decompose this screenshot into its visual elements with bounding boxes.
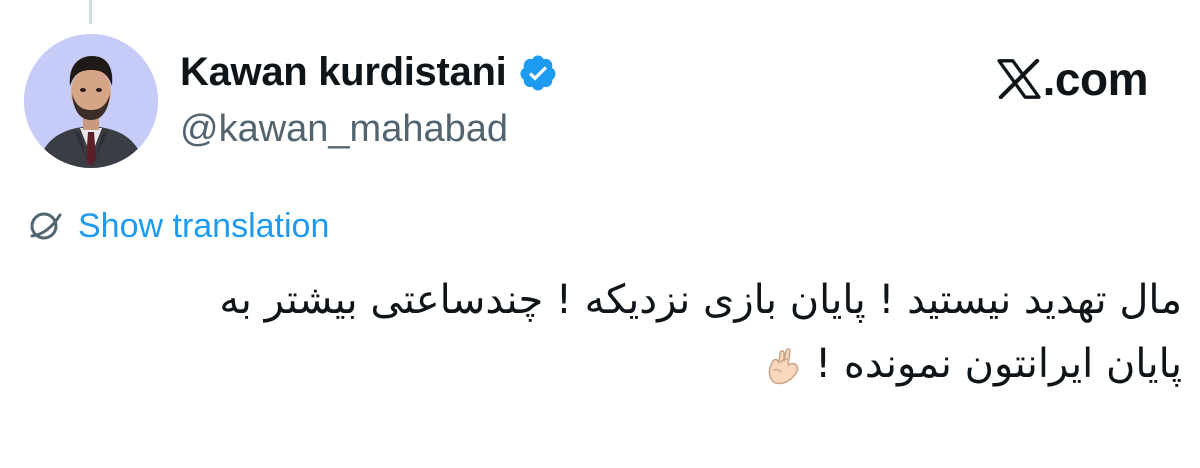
tweet-line-1: مال تهدید نیستید ! پایان بازی نزدیکه ! چ…: [219, 277, 1182, 323]
thread-connector-line: [89, 0, 92, 24]
avatar[interactable]: [24, 34, 158, 168]
author-handle[interactable]: @kawan_mahabad: [180, 108, 508, 151]
globe-icon: [30, 212, 62, 240]
show-translation-button[interactable]: Show translation: [26, 206, 329, 246]
tweet-body: مال تهدید نیستید ! پایان بازی نزدیکه ! چ…: [82, 268, 1182, 396]
brand-domain-text: .com: [1042, 53, 1149, 105]
brand-watermark: .com: [996, 52, 1149, 106]
author-name-row: Kawan kurdistani: [180, 50, 558, 95]
crossed-fingers-icon: [768, 348, 799, 385]
x-logo-icon: [996, 59, 1041, 99]
tweet-line-2-text: پایان ایرانتون نمونده !: [815, 341, 1182, 387]
show-translation-label[interactable]: Show translation: [78, 207, 329, 246]
tweet-line-2: پایان ایرانتون نمونده !: [82, 332, 1182, 396]
author-display-name[interactable]: Kawan kurdistani: [180, 50, 507, 95]
avatar-portrait: [24, 34, 158, 168]
verified-icon: [520, 55, 556, 90]
